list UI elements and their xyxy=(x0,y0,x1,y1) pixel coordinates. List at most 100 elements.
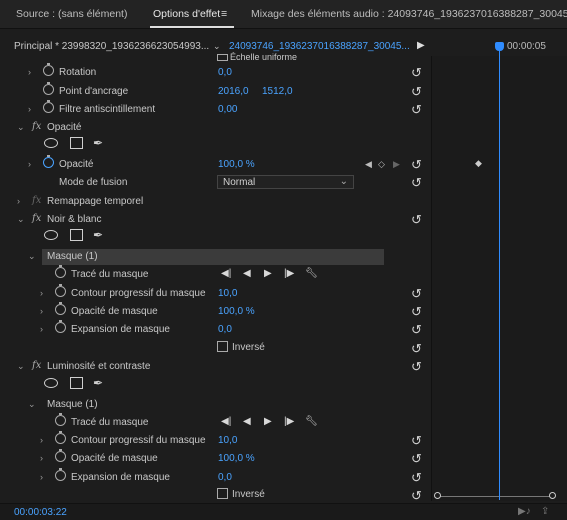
stopwatch-icon[interactable] xyxy=(55,265,66,278)
blend-mode-select[interactable]: Normal ⌄ xyxy=(217,175,354,189)
current-timecode[interactable]: 00:00:03:22 xyxy=(14,507,67,518)
mask-label[interactable]: Masque (1) xyxy=(47,251,98,262)
pen-icon[interactable]: ✒ xyxy=(93,376,103,390)
tab-audio-mixer[interactable]: Mixage des éléments audio : 24093746_193… xyxy=(251,8,567,20)
inverted-checkbox[interactable] xyxy=(217,341,228,352)
mask-expansion-value[interactable]: 0,0 xyxy=(218,472,232,483)
reset-icon[interactable]: ↺ xyxy=(411,286,422,302)
reset-icon[interactable]: ↺ xyxy=(411,157,422,173)
wrench-icon[interactable]: 🔧︎ xyxy=(305,268,318,279)
track-backward-icon[interactable]: ◀ xyxy=(243,268,251,279)
pen-icon[interactable]: ✒ xyxy=(93,136,103,150)
anchor-x-value[interactable]: 2016,0 xyxy=(218,86,249,97)
zoom-handle-left[interactable] xyxy=(434,492,441,499)
stopwatch-icon[interactable] xyxy=(55,449,66,462)
mask-opacity-value[interactable]: 100,0 % xyxy=(218,306,255,317)
stopwatch-icon[interactable] xyxy=(55,413,66,426)
mask-expansion-value[interactable]: 0,0 xyxy=(218,324,232,335)
chevron-down-icon[interactable]: ⌄ xyxy=(17,361,25,372)
reset-icon[interactable]: ↺ xyxy=(411,322,422,338)
timeline-zoom-scrollbar[interactable] xyxy=(437,496,553,497)
chevron-right-icon[interactable]: › xyxy=(28,67,31,77)
inverted-checkbox[interactable] xyxy=(217,488,228,499)
zoom-handle-right[interactable] xyxy=(549,492,556,499)
stopwatch-icon[interactable] xyxy=(43,63,54,76)
reset-icon[interactable]: ↺ xyxy=(411,433,422,449)
chevron-right-icon[interactable]: › xyxy=(17,196,20,206)
ellipse-mask-icon[interactable] xyxy=(44,138,58,148)
tab-effect-options[interactable]: Options d'effet xyxy=(153,8,220,20)
reset-icon[interactable]: ↺ xyxy=(411,488,422,504)
stopwatch-icon[interactable] xyxy=(55,284,66,297)
track-forward-one-icon[interactable]: |▶ xyxy=(284,416,294,427)
mask-label[interactable]: Masque (1) xyxy=(47,399,98,410)
chevron-down-icon[interactable]: ⌄ xyxy=(17,214,25,225)
fx-icon[interactable]: fx xyxy=(32,213,41,224)
fx-icon[interactable]: fx xyxy=(32,121,41,132)
stopwatch-icon[interactable] xyxy=(55,431,66,444)
chevron-right-icon[interactable]: › xyxy=(28,159,31,169)
mask-feather-value[interactable]: 10,0 xyxy=(218,288,237,299)
chevron-right-icon[interactable]: › xyxy=(40,306,43,316)
rectangle-mask-icon[interactable] xyxy=(70,137,83,149)
anti-flicker-value[interactable]: 0,00 xyxy=(218,104,237,115)
reset-icon[interactable]: ↺ xyxy=(411,341,422,357)
row-brightness-effect: ⌄ fx Luminosité et contraste ↺ xyxy=(0,358,431,376)
row-opacity-effect: ⌄ fx Opacité xyxy=(0,119,431,137)
track-backward-one-icon[interactable]: ◀| xyxy=(221,416,231,427)
track-forward-icon[interactable]: ▶ xyxy=(264,268,272,279)
rotation-value[interactable]: 0,0 xyxy=(218,67,232,78)
chevron-down-icon[interactable]: ⌄ xyxy=(28,251,36,262)
chevron-right-icon[interactable]: › xyxy=(40,288,43,298)
reset-icon[interactable]: ↺ xyxy=(411,304,422,320)
reset-icon[interactable]: ↺ xyxy=(411,451,422,467)
wrench-icon[interactable]: 🔧︎ xyxy=(305,416,318,427)
ellipse-mask-icon[interactable] xyxy=(44,230,58,240)
reset-icon[interactable]: ↺ xyxy=(411,84,422,100)
fx-icon[interactable]: fx xyxy=(32,360,41,371)
keyframe-diamond-icon[interactable]: ◆ xyxy=(475,158,482,169)
uniform-scale-checkbox[interactable] xyxy=(217,54,228,61)
chevron-right-icon[interactable]: › xyxy=(40,453,43,463)
track-backward-one-icon[interactable]: ◀| xyxy=(221,268,231,279)
chevron-right-icon[interactable]: › xyxy=(40,472,43,482)
reset-icon[interactable]: ↺ xyxy=(411,65,422,81)
stopwatch-icon[interactable] xyxy=(43,155,54,168)
export-icon[interactable]: ⇪ xyxy=(541,506,549,517)
ellipse-mask-icon[interactable] xyxy=(44,378,58,388)
reset-icon[interactable]: ↺ xyxy=(411,470,422,486)
track-backward-icon[interactable]: ◀ xyxy=(243,416,251,427)
reset-icon[interactable]: ↺ xyxy=(411,359,422,375)
tab-source[interactable]: Source : (sans élément) xyxy=(16,8,127,20)
track-forward-icon[interactable]: ▶ xyxy=(264,416,272,427)
rectangle-mask-icon[interactable] xyxy=(70,229,83,241)
stopwatch-icon[interactable] xyxy=(43,82,54,95)
stopwatch-icon[interactable] xyxy=(55,320,66,333)
row-rotation: › Rotation 0,0 ↺ xyxy=(0,63,431,82)
chevron-right-icon[interactable]: › xyxy=(28,104,31,114)
reset-icon[interactable]: ↺ xyxy=(411,212,422,228)
row-mask-feather: › Contour progressif du masque 10,0 ↺ xyxy=(0,284,431,303)
track-forward-one-icon[interactable]: |▶ xyxy=(284,268,294,279)
chevron-right-icon[interactable]: › xyxy=(40,324,43,334)
stopwatch-icon[interactable] xyxy=(55,468,66,481)
opacity-value[interactable]: 100,0 % xyxy=(218,159,255,170)
reset-icon[interactable]: ↺ xyxy=(411,102,422,118)
chevron-down-icon[interactable]: ⌄ xyxy=(28,399,36,410)
rotation-label: Rotation xyxy=(59,67,97,78)
anchor-y-value[interactable]: 1512,0 xyxy=(262,86,293,97)
panel-menu-icon[interactable]: ≡ xyxy=(221,8,227,20)
stopwatch-icon[interactable] xyxy=(43,100,54,113)
mask-feather-value[interactable]: 10,0 xyxy=(218,435,237,446)
chevron-right-icon[interactable]: › xyxy=(40,435,43,445)
pen-icon[interactable]: ✒ xyxy=(93,228,103,242)
chevron-down-icon[interactable]: ⌄ xyxy=(17,122,25,133)
previous-keyframe-icon[interactable]: ◀ xyxy=(365,159,372,170)
mask-opacity-value[interactable]: 100,0 % xyxy=(218,453,255,464)
filter-icon[interactable]: ▶♪ xyxy=(518,506,531,517)
next-keyframe-icon[interactable]: ▶ xyxy=(393,159,400,170)
reset-icon[interactable]: ↺ xyxy=(411,175,422,191)
add-keyframe-icon[interactable]: ◇ xyxy=(378,159,385,170)
stopwatch-icon[interactable] xyxy=(55,302,66,315)
rectangle-mask-icon[interactable] xyxy=(70,377,83,389)
